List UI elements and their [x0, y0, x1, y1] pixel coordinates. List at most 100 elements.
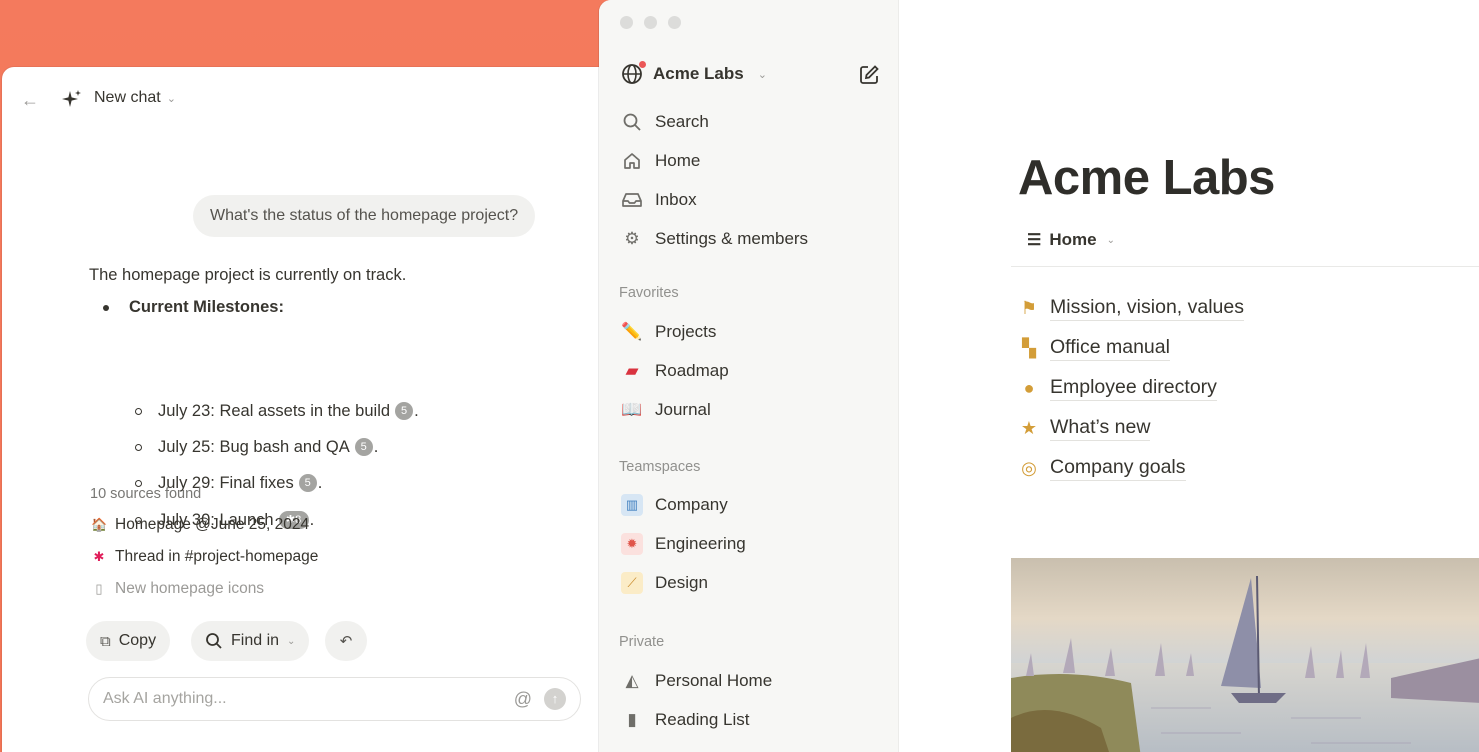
globe-icon — [621, 61, 646, 85]
sidebar-item-design[interactable]: ⟋ Design — [621, 570, 708, 596]
ai-chat-panel: ← New chat ⌄ What's the status of the ho… — [2, 67, 602, 752]
book-icon: 📖 — [621, 400, 643, 419]
source-item[interactable]: 🏠 Homepage @June 25, 2024 — [91, 516, 309, 534]
send-arrow-icon[interactable]: ↑ — [544, 688, 566, 710]
sidebar-item-label: Company — [655, 495, 728, 514]
ask-ai-input[interactable]: @ ↑ — [88, 677, 581, 721]
page-link-employee-directory[interactable]: ● Employee directory — [1018, 376, 1217, 401]
undo-arrow-icon: ↶ — [339, 633, 353, 650]
paintbrush-icon: ⟋ — [621, 572, 643, 594]
page-link-label: Office manual — [1050, 336, 1170, 361]
sidebar-item-label: Roadmap — [655, 361, 729, 380]
open-book-icon: ▚ — [1022, 338, 1036, 358]
window-minimize-button[interactable] — [644, 16, 657, 29]
flag-icon: ⚑ — [1020, 298, 1038, 318]
retry-button[interactable]: ↶ — [325, 621, 367, 661]
chevron-down-icon: ⌄ — [287, 635, 296, 647]
chat-title-dropdown[interactable]: New chat ⌄ — [94, 89, 176, 107]
page-link-company-goals[interactable]: ◎ Company goals — [1018, 456, 1186, 481]
window-zoom-button[interactable] — [668, 16, 681, 29]
notification-dot — [639, 61, 646, 68]
building-icon: ▥ — [621, 494, 643, 516]
sidebar-item-label: Reading List — [655, 710, 750, 729]
sidebar-item-label: Search — [655, 112, 709, 131]
find-in-label: Find in — [231, 632, 280, 649]
back-arrow-icon[interactable]: ← — [19, 89, 41, 111]
copy-button[interactable]: ⧉ Copy — [86, 621, 171, 661]
sidebar-item-label: Design — [655, 573, 708, 592]
sub-bullet-icon — [135, 407, 142, 415]
gear-icon: ⚙ — [624, 229, 640, 248]
sidebar-item-projects[interactable]: ✏️ Projects — [621, 319, 716, 345]
milestone-item: July 25: Bug bash and QA 5. — [135, 435, 378, 459]
page-link-label: Company goals — [1050, 456, 1186, 481]
ask-ai-field[interactable] — [103, 690, 514, 708]
sidebar-item-label: Settings & members — [655, 229, 809, 248]
milestone-text: July 25: Bug bash and QA — [158, 437, 350, 456]
citation-badge[interactable]: 5 — [298, 474, 317, 492]
window-close-button[interactable] — [620, 16, 633, 29]
sub-bullet-icon — [135, 443, 142, 451]
inbox-icon — [621, 189, 643, 211]
favorites-section-label: Favorites — [619, 285, 679, 301]
find-in-button[interactable]: Find in ⌄ — [191, 621, 310, 661]
list-icon: ☰ — [1027, 232, 1042, 249]
workspace-switcher[interactable]: Acme Labs ⌄ — [621, 61, 767, 85]
star-icon: ★ — [1020, 418, 1038, 438]
sidebar-item-roadmap[interactable]: ▰ Roadmap — [621, 358, 729, 384]
milestones-heading: Current Milestones: — [89, 298, 284, 317]
source-item[interactable]: ▯ New homepage icons — [91, 580, 264, 598]
sidebar-item-label: Projects — [655, 322, 717, 341]
workspace-name: Acme Labs — [653, 64, 744, 83]
race-car-icon: ▰ — [625, 361, 639, 380]
house-icon: 🏠 — [91, 517, 108, 532]
target-icon: ◎ — [1021, 458, 1037, 478]
sidebar-item-label: Engineering — [655, 534, 746, 553]
sidebar-item-inbox[interactable]: Inbox — [621, 187, 697, 213]
sidebar-item-engineering[interactable]: ✹ Engineering — [621, 531, 746, 557]
page-title: Acme Labs — [1018, 151, 1275, 205]
source-item[interactable]: ✱ Thread in #project-homepage — [91, 548, 319, 566]
chat-title: New chat — [94, 89, 161, 106]
cover-painting-sailboats — [1011, 558, 1479, 752]
sidebar-item-label: Inbox — [655, 190, 697, 209]
view-tab-home[interactable]: ☰ Home ⌄ — [1027, 230, 1115, 250]
copy-label: Copy — [118, 632, 157, 649]
sidebar-item-settings[interactable]: ⚙ Settings & members — [621, 226, 808, 252]
citation-badge[interactable]: 5 — [354, 438, 373, 456]
sidebar: Acme Labs ⌄ Search Home Inbox ⚙ Settings… — [599, 0, 899, 752]
sources-label: 10 sources found — [90, 486, 202, 502]
source-label: Thread in #project-homepage — [115, 548, 319, 565]
chevron-down-icon: ⌄ — [166, 92, 176, 105]
teamspaces-section-label: Teamspaces — [619, 459, 701, 475]
page-link-whats-new[interactable]: ★ What’s new — [1018, 416, 1151, 441]
sidebar-item-company[interactable]: ▥ Company — [621, 492, 728, 518]
reading-list-icon: ▮ — [627, 710, 637, 729]
page-link-office-manual[interactable]: ▚ Office manual — [1018, 336, 1170, 361]
search-icon — [206, 633, 222, 649]
bullet-icon — [103, 304, 109, 311]
milestones-heading-text: Current Milestones: — [129, 298, 284, 316]
sidebar-item-journal[interactable]: 📖 Journal — [621, 397, 711, 423]
copy-icon: ⧉ — [100, 632, 111, 650]
source-label: New homepage icons — [115, 580, 265, 597]
sidebar-item-personal-home[interactable]: ◭ Personal Home — [621, 668, 772, 694]
cog-icon: ✹ — [621, 533, 643, 555]
mention-icon[interactable]: @ — [514, 689, 532, 710]
page-link-label: What’s new — [1050, 416, 1151, 441]
page-link-mission[interactable]: ⚑ Mission, vision, values — [1018, 296, 1244, 321]
sidebar-item-reading-list[interactable]: ▮ Reading List — [621, 707, 750, 733]
sidebar-item-home[interactable]: Home — [621, 148, 700, 174]
document-icon: ▯ — [95, 581, 103, 596]
page-link-label: Employee directory — [1050, 376, 1217, 401]
person-icon: ● — [1023, 378, 1035, 398]
citation-badge[interactable]: 5 — [395, 402, 414, 420]
new-page-icon[interactable] — [858, 64, 880, 86]
home-icon — [621, 150, 643, 172]
sidebar-item-search[interactable]: Search — [621, 109, 709, 135]
page-link-label: Mission, vision, values — [1050, 296, 1244, 321]
divider — [1011, 266, 1479, 267]
slack-icon: ✱ — [93, 549, 105, 564]
ai-sparkle-icon — [62, 90, 81, 107]
sidebar-item-label: Journal — [655, 400, 711, 419]
